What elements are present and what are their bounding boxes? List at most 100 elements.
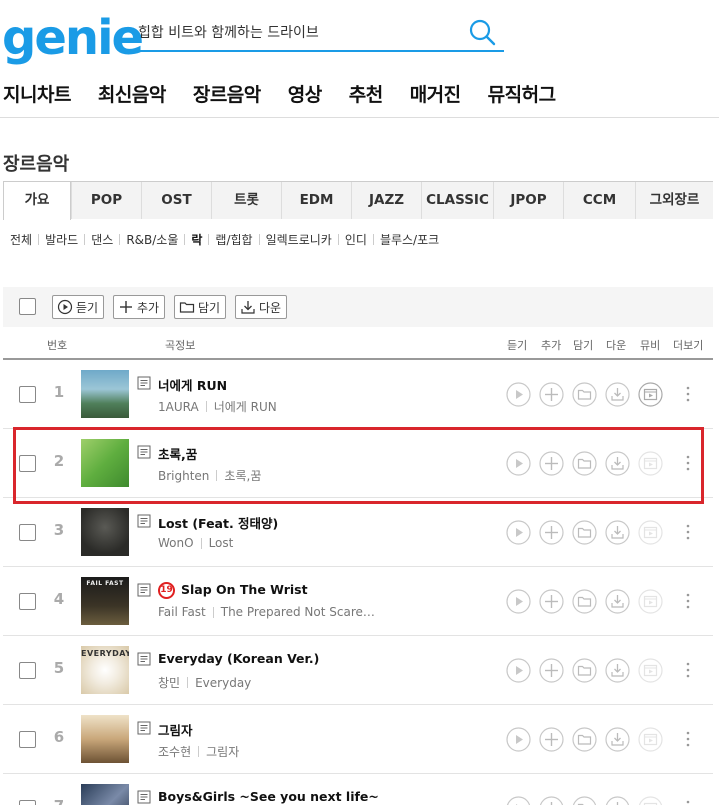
song-row[interactable]: 3 Lost (Feat. 정태양) WonO Lost — [3, 498, 713, 567]
lyrics-icon[interactable] — [137, 652, 151, 666]
add-icon[interactable] — [539, 520, 564, 545]
download-icon[interactable] — [605, 451, 630, 476]
album-cover[interactable]: EVERYDAY — [81, 646, 129, 694]
tab-classic[interactable]: CLASSIC — [421, 182, 493, 219]
song-checkbox[interactable] — [19, 524, 36, 541]
nav-recommend[interactable]: 추천 — [349, 80, 383, 107]
artist-link[interactable]: Brighten — [158, 469, 209, 483]
album-cover[interactable] — [81, 439, 129, 487]
tab-ccm[interactable]: CCM — [563, 182, 635, 219]
song-checkbox[interactable] — [19, 593, 36, 610]
lyrics-icon[interactable] — [137, 514, 151, 528]
album-cover[interactable] — [81, 370, 129, 418]
play-icon[interactable] — [506, 589, 531, 614]
song-row[interactable]: 2 초록,꿈 Brighten 초록,꿈 — [3, 429, 713, 498]
nav-music-hug[interactable]: 뮤직허그 — [488, 80, 556, 107]
lyrics-icon[interactable] — [137, 376, 151, 390]
genie-logo[interactable]: genie — [2, 12, 144, 64]
tab-edm[interactable]: EDM — [281, 182, 351, 219]
tab-trot[interactable]: 트롯 — [211, 182, 281, 219]
add-icon[interactable] — [539, 589, 564, 614]
song-row[interactable]: 1 너에게 RUN 1AURA 너에게 RUN — [3, 360, 713, 429]
nav-magazine[interactable]: 매거진 — [410, 80, 461, 107]
subgenre-ballad[interactable]: 발라드 — [45, 231, 78, 248]
album-link[interactable]: Everyday — [195, 676, 251, 690]
song-title[interactable]: 그림자 — [158, 720, 193, 739]
song-row[interactable]: 5 EVERYDAY Everyday (Korean Ver.) 창민 Eve… — [3, 636, 713, 705]
song-title-text[interactable]: 그림자 — [158, 723, 193, 738]
subgenre-blues-folk[interactable]: 블루스/포크 — [380, 231, 439, 248]
song-title-text[interactable]: Boys&Girls ~See you next life~ — [158, 789, 379, 804]
song-checkbox[interactable] — [19, 455, 36, 472]
tab-jpop[interactable]: JPOP — [493, 182, 563, 219]
download-icon[interactable] — [605, 796, 630, 805]
tab-ost[interactable]: OST — [141, 182, 211, 219]
folder-icon[interactable] — [572, 520, 597, 545]
song-checkbox[interactable] — [19, 731, 36, 748]
song-title-text[interactable]: 초록,꿈 — [158, 447, 197, 462]
song-checkbox[interactable] — [19, 800, 36, 805]
album-link[interactable]: 그림자 — [206, 743, 239, 760]
lyrics-icon[interactable] — [137, 790, 151, 804]
download-icon[interactable] — [605, 382, 630, 407]
folder-icon[interactable] — [572, 658, 597, 683]
search-icon[interactable] — [468, 18, 496, 46]
album-cover[interactable]: FAIL FAST — [81, 577, 129, 625]
subgenre-hiphop[interactable]: 랩/힙합 — [215, 231, 252, 248]
add-selected-button[interactable]: 추가 — [113, 295, 166, 319]
listen-selected-button[interactable]: 듣기 — [52, 295, 105, 319]
add-icon[interactable] — [539, 658, 564, 683]
song-checkbox[interactable] — [19, 662, 36, 679]
download-icon[interactable] — [605, 658, 630, 683]
song-title[interactable]: Everyday (Korean Ver.) — [158, 651, 319, 666]
download-icon[interactable] — [605, 727, 630, 752]
subgenre-electronica[interactable]: 일렉트로니카 — [266, 231, 332, 248]
tab-etc-genre[interactable]: 그외장르 — [635, 182, 713, 219]
lyrics-icon[interactable] — [137, 583, 151, 597]
song-row[interactable]: 7 Boys&Girls ~See you next life~ — [3, 774, 713, 805]
song-title[interactable]: Boys&Girls ~See you next life~ — [158, 789, 379, 804]
nav-genre-music[interactable]: 장르음악 — [193, 80, 261, 107]
folder-icon[interactable] — [572, 727, 597, 752]
play-icon[interactable] — [506, 658, 531, 683]
album-link[interactable]: The Prepared Not Scare… — [221, 605, 375, 619]
add-icon[interactable] — [539, 382, 564, 407]
song-title-text[interactable]: Lost (Feat. 정태양) — [158, 516, 278, 531]
nav-genie-chart[interactable]: 지니차트 — [3, 80, 71, 107]
album-link[interactable]: Lost — [209, 536, 234, 550]
album-link[interactable]: 초록,꿈 — [224, 467, 261, 484]
song-title[interactable]: 너에게 RUN — [158, 375, 227, 394]
search-input[interactable] — [138, 20, 458, 46]
download-icon[interactable] — [605, 589, 630, 614]
add-icon[interactable] — [539, 451, 564, 476]
artist-link[interactable]: 창민 — [158, 674, 180, 691]
song-checkbox[interactable] — [19, 386, 36, 403]
nav-new-music[interactable]: 최신음악 — [98, 80, 166, 107]
artist-link[interactable]: 조수현 — [158, 743, 191, 760]
folder-icon[interactable] — [572, 796, 597, 805]
play-icon[interactable] — [506, 451, 531, 476]
tab-pop[interactable]: POP — [71, 182, 141, 219]
download-selected-button[interactable]: 다운 — [235, 295, 288, 319]
play-icon[interactable] — [506, 727, 531, 752]
more-options-icon[interactable] — [685, 796, 691, 805]
subgenre-indie[interactable]: 인디 — [345, 231, 367, 248]
more-options-icon[interactable] — [685, 451, 691, 475]
album-cover[interactable] — [81, 715, 129, 763]
subgenre-all[interactable]: 전체 — [10, 231, 32, 248]
lyrics-icon[interactable] — [137, 445, 151, 459]
play-icon[interactable] — [506, 520, 531, 545]
more-options-icon[interactable] — [685, 658, 691, 682]
artist-link[interactable]: WonO — [158, 536, 194, 550]
folder-icon[interactable] — [572, 589, 597, 614]
lyrics-icon[interactable] — [137, 721, 151, 735]
album-cover[interactable] — [81, 784, 129, 805]
music-video-icon[interactable] — [638, 382, 663, 407]
add-icon[interactable] — [539, 796, 564, 805]
song-title[interactable]: 초록,꿈 — [158, 444, 197, 463]
more-options-icon[interactable] — [685, 727, 691, 751]
subgenre-rock[interactable]: 락 — [191, 231, 202, 248]
tab-kpop[interactable]: 가요 — [3, 182, 71, 220]
song-row[interactable]: 4 FAIL FAST 19 Slap On The Wrist Fail Fas… — [3, 567, 713, 636]
song-title-text[interactable]: 너에게 RUN — [158, 378, 227, 393]
